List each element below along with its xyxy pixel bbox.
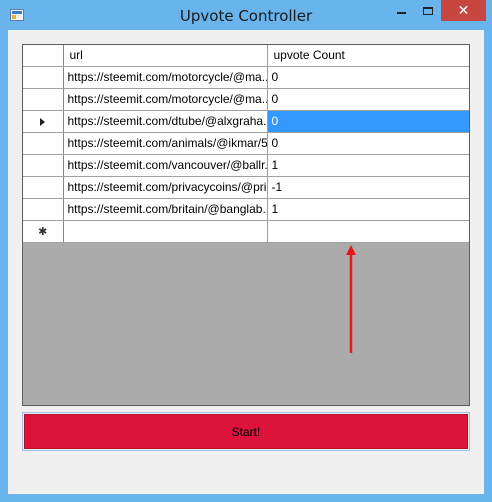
url-cell[interactable]: https://steemit.com/vancouver/@ballr... — [63, 154, 268, 177]
close-button[interactable]: ✕ — [441, 0, 486, 21]
row-header[interactable] — [23, 154, 64, 177]
url-cell[interactable]: https://steemit.com/dtube/@alxgraha... — [63, 110, 268, 133]
url-cell[interactable]: https://steemit.com/motorcycle/@ma... — [63, 66, 268, 89]
title-bar[interactable]: Upvote Controller ✕ — [0, 0, 492, 30]
row-header[interactable] — [23, 198, 64, 221]
table-row[interactable]: https://steemit.com/animals/@ikmar/5... … — [23, 132, 469, 155]
new-row[interactable]: ✱ — [23, 220, 469, 243]
row-header[interactable] — [23, 110, 64, 133]
url-cell-empty[interactable] — [63, 220, 268, 243]
grid-header-row: url upvote Count — [23, 45, 469, 67]
start-button[interactable]: Start! — [24, 414, 468, 449]
row-header[interactable] — [23, 176, 64, 199]
table-row[interactable]: https://steemit.com/vancouver/@ballr... … — [23, 154, 469, 177]
upvote-count-cell[interactable]: 1 — [267, 198, 469, 221]
upvote-count-cell[interactable]: 1 — [267, 154, 469, 177]
row-header[interactable] — [23, 88, 64, 111]
table-row[interactable]: https://steemit.com/motorcycle/@ma... 0 — [23, 66, 469, 89]
url-cell[interactable]: https://steemit.com/britain/@banglab... — [63, 198, 268, 221]
maximize-icon — [423, 6, 433, 15]
table-row[interactable]: https://steemit.com/dtube/@alxgraha... 0 — [23, 110, 469, 133]
minimize-button[interactable] — [388, 0, 415, 21]
url-cell[interactable]: https://steemit.com/privacycoins/@pri... — [63, 176, 268, 199]
row-header[interactable] — [23, 66, 64, 89]
url-cell[interactable]: https://steemit.com/animals/@ikmar/5... — [63, 132, 268, 155]
column-header-url[interactable]: url — [63, 45, 268, 67]
arrow-head — [346, 245, 356, 255]
column-header-upvote-count[interactable]: upvote Count — [267, 45, 469, 67]
new-row-icon: ✱ — [38, 226, 48, 238]
form-client-area: url upvote Count https://steemit.com/mot… — [8, 30, 484, 494]
minimize-icon — [397, 12, 406, 14]
table-row[interactable]: https://steemit.com/motorcycle/@ma... 0 — [23, 88, 469, 111]
upvote-count-cell-empty[interactable] — [267, 220, 469, 243]
row-header[interactable] — [23, 132, 64, 155]
app-window: Upvote Controller ✕ url upvote Count htt… — [0, 0, 492, 502]
red-arrow-annotation — [346, 245, 356, 353]
row-header-corner[interactable] — [23, 45, 64, 67]
grid-table: url upvote Count https://steemit.com/mot… — [23, 45, 469, 243]
url-cell[interactable]: https://steemit.com/motorcycle/@ma... — [63, 88, 268, 111]
row-header[interactable]: ✱ — [23, 220, 64, 243]
upvote-count-cell[interactable]: -1 — [267, 176, 469, 199]
url-data-grid[interactable]: url upvote Count https://steemit.com/mot… — [22, 44, 470, 406]
upvote-count-cell[interactable]: 0 — [267, 66, 469, 89]
current-row-icon — [40, 117, 46, 126]
maximize-button[interactable] — [415, 0, 441, 21]
table-row[interactable]: https://steemit.com/britain/@banglab... … — [23, 198, 469, 221]
upvote-count-cell[interactable]: 0 — [267, 88, 469, 111]
table-row[interactable]: https://steemit.com/privacycoins/@pri...… — [23, 176, 469, 199]
start-button-focus-frame: Start! — [22, 412, 470, 451]
upvote-count-cell-selected[interactable]: 0 — [267, 110, 469, 133]
upvote-count-cell[interactable]: 0 — [267, 132, 469, 155]
